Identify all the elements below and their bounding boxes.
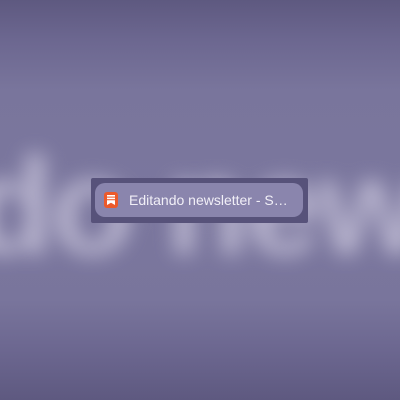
- tab-title: Editando newsletter - Substack: [129, 192, 293, 208]
- browser-tab[interactable]: Editando newsletter - Substack: [95, 183, 303, 217]
- tab-preview-frame: Editando newsletter - Substack: [91, 178, 308, 223]
- substack-bookmark-icon: [104, 192, 118, 208]
